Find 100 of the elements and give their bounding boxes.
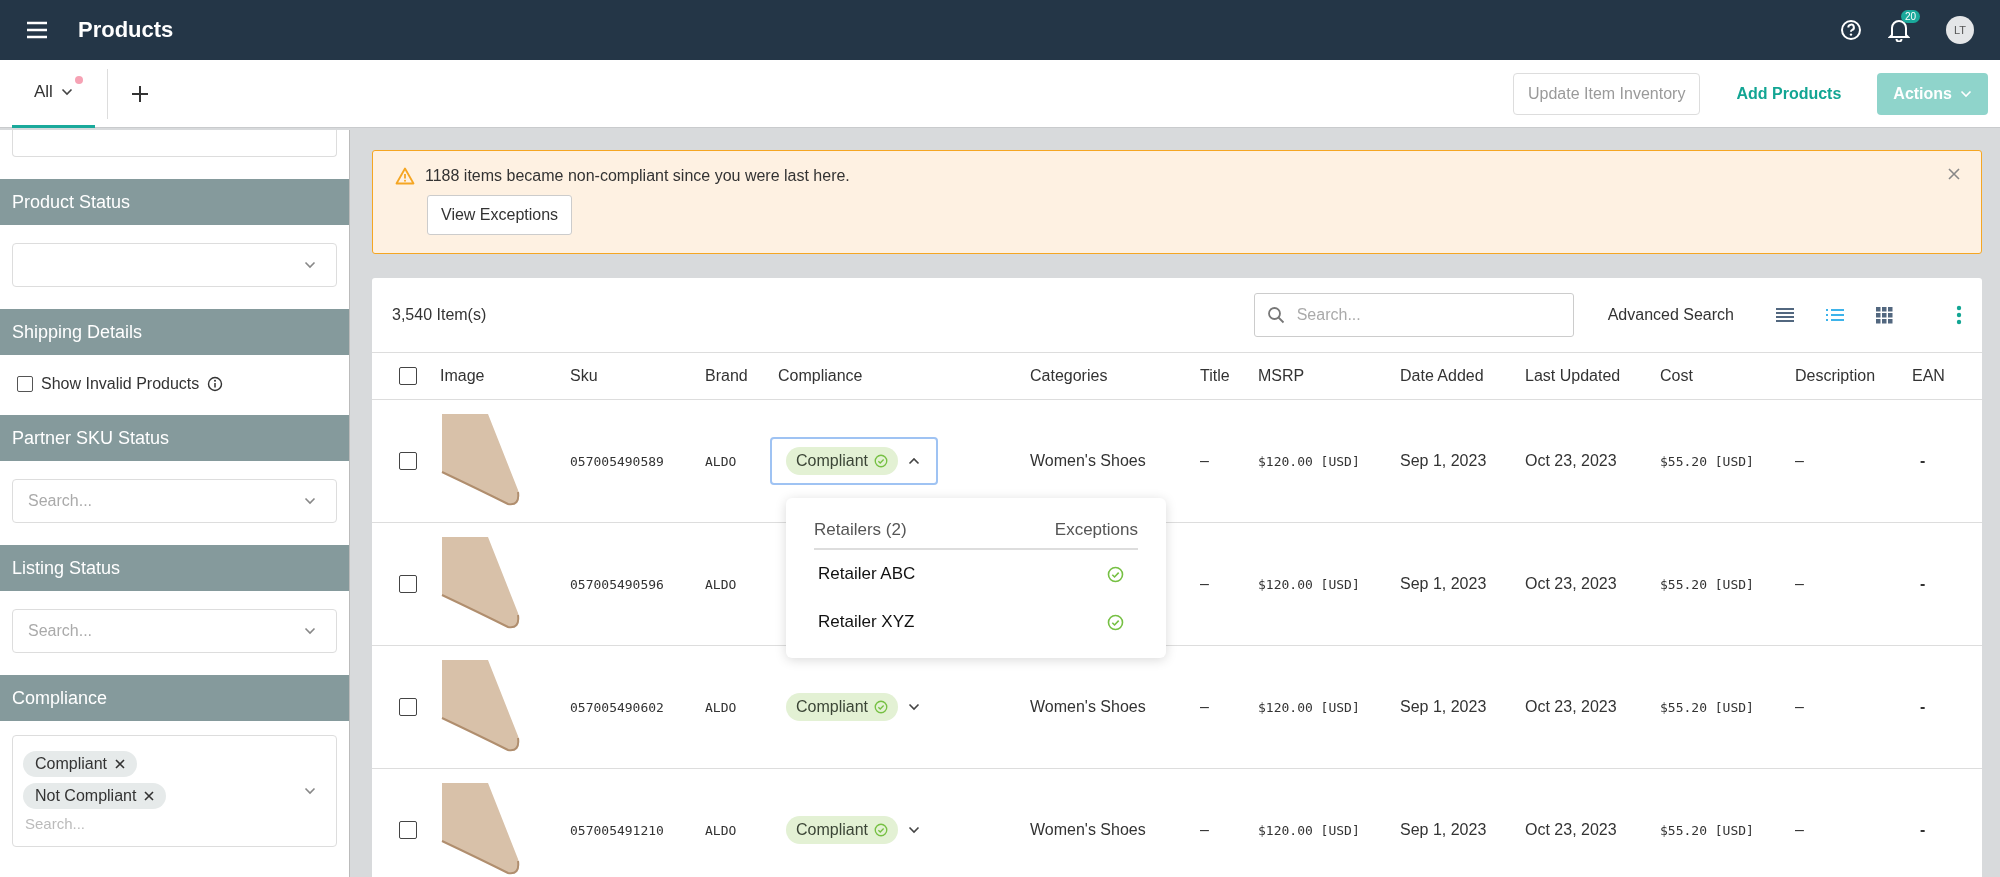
- search-placeholder: Search...: [24, 814, 86, 832]
- filter-tag[interactable]: Compliant: [23, 750, 138, 777]
- filter-tag[interactable]: Not Compliant: [23, 782, 167, 809]
- table-cell: 057005491210: [570, 822, 664, 838]
- chevron-down-icon: [304, 497, 316, 505]
- section-header: Listing Status: [0, 545, 349, 591]
- menu-icon[interactable]: [26, 21, 48, 39]
- chevron-down-icon: [304, 261, 316, 269]
- more-options-icon[interactable]: [1956, 305, 1962, 325]
- table-cell: Sep 1, 2023: [1400, 452, 1487, 470]
- filter-tab[interactable]: All: [12, 59, 95, 128]
- row-checkbox[interactable]: [399, 821, 417, 839]
- compliance-status: Compliant: [786, 816, 899, 844]
- table-cell: Sep 1, 2023: [1400, 821, 1487, 839]
- search-icon: [1266, 306, 1285, 324]
- table-cell: –: [1200, 698, 1209, 716]
- table-cell: Sep 1, 2023: [1400, 698, 1487, 716]
- view-exceptions-button[interactable]: View Exceptions: [427, 195, 573, 235]
- table-cell: Oct 23, 2023: [1525, 452, 1617, 470]
- column-header[interactable]: Title: [1200, 367, 1230, 385]
- checkbox-label: Show Invalid Products: [41, 375, 200, 393]
- table-cell: –: [1795, 698, 1804, 716]
- table-cell: Oct 23, 2023: [1525, 821, 1617, 839]
- table-cell: Women's Shoes: [1030, 452, 1146, 470]
- select-field[interactable]: [12, 243, 337, 287]
- remove-icon[interactable]: [115, 758, 126, 769]
- table-cell: ALDO: [705, 699, 737, 715]
- column-header[interactable]: Description: [1795, 367, 1876, 385]
- popup-column-header: Exceptions: [1054, 520, 1138, 540]
- section-header: Compliance: [0, 675, 349, 721]
- table-cell: $55.20 [USD]: [1660, 576, 1754, 592]
- table-cell: $120.00 [USD]: [1258, 699, 1360, 715]
- table-cell: ALDO: [705, 822, 737, 838]
- table-cell: $55.20 [USD]: [1660, 822, 1754, 838]
- page-title: Products: [78, 17, 175, 43]
- table-cell: –: [1200, 452, 1209, 470]
- table-cell: –: [1795, 452, 1804, 470]
- caret-icon: [908, 826, 921, 834]
- warning-icon: [395, 167, 415, 185]
- table-cell: -: [1920, 575, 1926, 593]
- item-count: 3,540 Item(s): [392, 306, 488, 324]
- table-cell: $120.00 [USD]: [1258, 453, 1360, 469]
- caret-icon: [908, 457, 921, 465]
- table-cell: Oct 23, 2023: [1525, 575, 1617, 593]
- retailer-name: Retailer XYZ: [818, 612, 915, 632]
- multi-select-field[interactable]: Compliant Not Compliant Search...: [12, 735, 337, 847]
- retailer-name: Retailer ABC: [818, 564, 916, 584]
- column-header[interactable]: Date Added: [1400, 367, 1484, 385]
- popup-heading: Retailers (2): [814, 520, 907, 540]
- checkbox[interactable]: [17, 376, 33, 392]
- select-all-checkbox[interactable]: [399, 367, 417, 385]
- user-avatar[interactable]: LT: [1946, 16, 1974, 44]
- advanced-search-link[interactable]: Advanced Search: [1607, 306, 1734, 324]
- compliance-dropdown[interactable]: Compliant: [770, 437, 939, 485]
- row-checkbox[interactable]: [399, 575, 417, 593]
- caret-icon: [908, 703, 921, 711]
- info-icon: [207, 376, 224, 392]
- column-header[interactable]: EAN: [1912, 367, 1945, 385]
- table-cell: 057005490589: [570, 453, 664, 469]
- table-cell: Sep 1, 2023: [1400, 575, 1487, 593]
- table-cell: Oct 23, 2023: [1525, 698, 1617, 716]
- row-checkbox[interactable]: [399, 452, 417, 470]
- column-header[interactable]: Categories: [1030, 367, 1108, 385]
- column-header[interactable]: MSRP: [1258, 367, 1305, 385]
- section-header: Shipping Details: [0, 309, 349, 355]
- close-icon[interactable]: [1947, 167, 1961, 181]
- check-circle-icon: [874, 823, 889, 837]
- table-cell: -: [1920, 452, 1926, 470]
- compliance-dropdown[interactable]: Compliant: [770, 683, 939, 731]
- column-header[interactable]: Image: [440, 367, 485, 385]
- caret-icon: [1960, 89, 1972, 98]
- table-cell: Women's Shoes: [1030, 821, 1146, 839]
- table-cell: ALDO: [705, 453, 737, 469]
- chevron-down-icon: [304, 627, 316, 635]
- input-field[interactable]: [12, 130, 337, 157]
- caret-icon: [60, 88, 73, 96]
- column-header[interactable]: Compliance: [778, 367, 863, 385]
- check-circle-icon: [874, 454, 889, 468]
- compact-view-icon[interactable]: [1774, 306, 1796, 324]
- table-cell: –: [1795, 575, 1804, 593]
- banner-message: 1188 items became non-compliant since you were last here.: [425, 167, 850, 185]
- table-cell: 057005490602: [570, 699, 664, 715]
- column-header[interactable]: Brand: [705, 367, 748, 385]
- table-cell: Women's Shoes: [1030, 698, 1146, 716]
- remove-icon[interactable]: [144, 790, 155, 801]
- table-cell: $55.20 [USD]: [1660, 453, 1754, 469]
- grid-view-icon[interactable]: [1874, 306, 1896, 324]
- compliance-status: Compliant: [786, 447, 899, 475]
- compliance-status: Compliant: [786, 693, 899, 721]
- table-cell: $120.00 [USD]: [1258, 576, 1360, 592]
- section-header: Product Status: [0, 179, 349, 225]
- table-cell: –: [1200, 821, 1209, 839]
- row-checkbox[interactable]: [399, 698, 417, 716]
- table-cell: -: [1920, 698, 1926, 716]
- help-icon[interactable]: [1840, 19, 1862, 41]
- column-header[interactable]: Sku: [570, 367, 598, 385]
- column-header[interactable]: Cost: [1660, 367, 1693, 385]
- compliance-dropdown[interactable]: Compliant: [770, 806, 939, 854]
- column-header[interactable]: Last Updated: [1525, 367, 1621, 385]
- check-circle-icon: [1107, 565, 1124, 583]
